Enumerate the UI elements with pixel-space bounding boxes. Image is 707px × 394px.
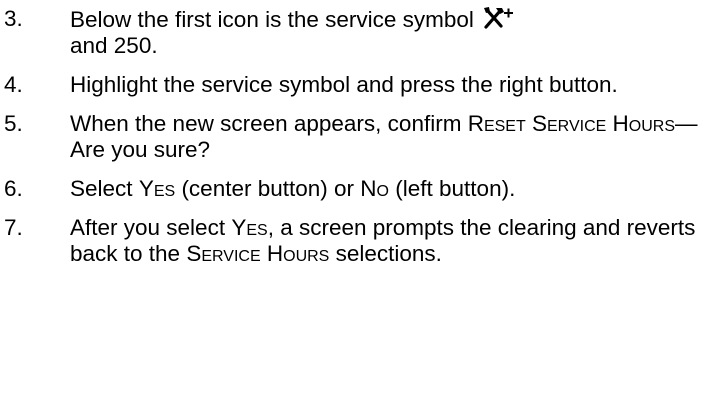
step-3: 3. Below the first icon is the service s… (0, 6, 707, 59)
step-text-continued: and 250. (70, 33, 158, 58)
step-text: When the new screen appears, confirm (70, 111, 462, 136)
no-label: No (360, 176, 389, 201)
step-text: Highlight the service symbol and press t… (70, 72, 618, 97)
step-number: 3. (4, 6, 23, 31)
step-text: Select (70, 176, 133, 201)
step-number: 7. (4, 215, 23, 240)
step-text: Below the first icon is the service symb… (70, 7, 474, 32)
step-text-continued: selections. (335, 241, 442, 266)
yes-label: Yes (138, 176, 176, 201)
step-number: 5. (4, 111, 23, 136)
service-wrench-plus-icon (483, 6, 514, 30)
step-4: 4. Highlight the service symbol and pres… (0, 72, 707, 98)
reset-service-hours-label: Reset Service Hours (467, 111, 676, 136)
step-text-middle: (center button) or (181, 176, 355, 201)
step-6: 6. Select Yes (center button) or No (lef… (0, 176, 707, 202)
step-text: After you select (70, 215, 226, 240)
step-5: 5. When the new screen appears, confirm … (0, 111, 707, 163)
yes-label: Yes (231, 215, 268, 240)
step-number: 4. (4, 72, 23, 97)
service-hours-label: Service Hours (186, 241, 330, 266)
step-7: 7. After you select Yes, a screen prompt… (0, 215, 707, 267)
instruction-steps-list: 3. Below the first icon is the service s… (0, 6, 707, 280)
step-text-continued: (left button). (395, 176, 516, 201)
step-number: 6. (4, 176, 23, 201)
